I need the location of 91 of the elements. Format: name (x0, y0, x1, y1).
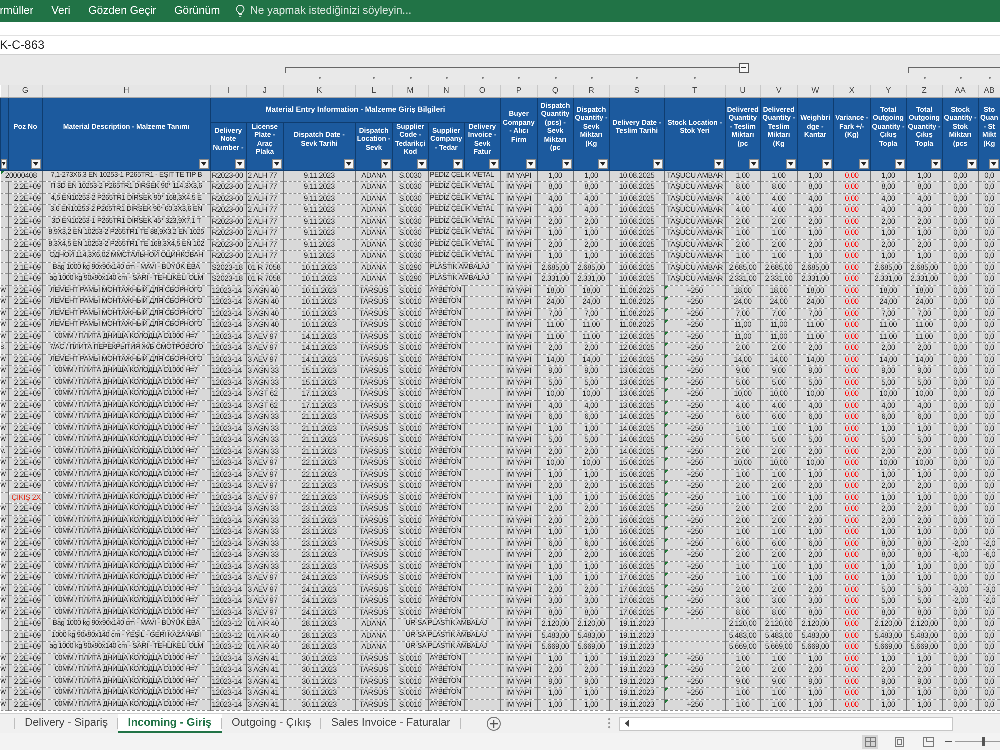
minus-icon (945, 741, 952, 742)
filter-button[interactable] (453, 158, 463, 168)
column-letter[interactable]: K (284, 85, 356, 97)
column-letter[interactable]: P (500, 85, 538, 97)
collapse-button[interactable] (739, 63, 749, 73)
filter-button[interactable] (489, 158, 499, 168)
column-letter[interactable]: V (760, 85, 798, 97)
column-letter[interactable]: G (8, 85, 42, 97)
sheet-tab[interactable]: Sales Invoice - Faturalar (321, 714, 461, 733)
dropdown-caret-icon (824, 162, 830, 166)
column-letter[interactable]: H (42, 85, 210, 97)
dropdown-caret-icon (897, 162, 903, 166)
filter-button[interactable] (598, 158, 608, 168)
page-break-icon (922, 736, 934, 746)
filter-button[interactable] (822, 158, 832, 168)
dropdown-caret-icon (346, 162, 352, 166)
column-letter[interactable]: Q (538, 85, 574, 97)
column-letter[interactable]: O (464, 85, 500, 97)
dropdown-caret-icon (383, 162, 389, 166)
ribbon-tab[interactable]: Görünüm (165, 0, 230, 22)
filter-button[interactable] (31, 158, 41, 168)
filter-button[interactable] (272, 158, 282, 168)
dropdown-caret-icon (655, 162, 661, 166)
column-letter[interactable]: W (798, 85, 834, 97)
column-letter[interactable]: Y (870, 85, 906, 97)
filter-button[interactable] (859, 158, 869, 168)
dropdown-caret-icon (861, 162, 867, 166)
dropdown-caret-icon (455, 162, 461, 166)
ribbon-tab[interactable]: rmüller (0, 0, 43, 22)
filter-button[interactable] (989, 158, 999, 168)
dropdown-caret-icon (201, 162, 207, 166)
filter-button[interactable] (1, 158, 7, 168)
filter-button[interactable] (344, 158, 354, 168)
filter-button[interactable] (749, 158, 759, 168)
filter-button[interactable] (199, 158, 209, 168)
dropdown-caret-icon (969, 162, 975, 166)
column-letter[interactable]: Z (906, 85, 942, 97)
filter-button[interactable] (526, 158, 536, 168)
column-letter[interactable]: X (834, 85, 870, 97)
column-letter[interactable]: T (664, 85, 726, 97)
filter-button[interactable] (714, 158, 724, 168)
dropdown-caret-icon (991, 162, 997, 166)
view-button[interactable] (920, 734, 936, 748)
ribbon-tab[interactable]: Veri (42, 0, 80, 22)
filter-button[interactable] (235, 158, 245, 168)
dropdown-caret-icon (788, 162, 794, 166)
plus-icon (490, 720, 498, 728)
add-sheet-button[interactable] (486, 716, 501, 730)
view-button[interactable] (862, 734, 878, 748)
dropdown-caret-icon (237, 162, 243, 166)
dropdown-caret-icon (2, 162, 6, 166)
sheet-tab[interactable]: Outgoing - Çıkış (222, 714, 322, 733)
dropdown-caret-icon (419, 162, 425, 166)
column-letter[interactable]: M (392, 85, 428, 97)
ribbon-tab[interactable]: Gözden Geçir (80, 0, 166, 22)
column-letter[interactable]: AB (978, 85, 1000, 97)
grid-icon (864, 736, 876, 746)
left-arrow-icon[interactable] (625, 720, 629, 727)
dropdown-caret-icon (933, 162, 939, 166)
dropdown-caret-icon (564, 162, 570, 166)
sheet-tab[interactable]: Incoming - Giriş (118, 714, 222, 733)
filter-button[interactable] (653, 158, 663, 168)
filter-button[interactable] (967, 158, 977, 168)
page-layout-icon (894, 736, 904, 746)
dropdown-caret-icon (491, 162, 497, 166)
dropdown-caret-icon (716, 162, 722, 166)
dropdown-caret-icon (528, 162, 534, 166)
column-letter[interactable]: I (210, 85, 246, 97)
column-letter[interactable]: AA (942, 85, 978, 97)
column-letter[interactable]: R (574, 85, 610, 97)
horizontal-scrollbar[interactable] (619, 716, 953, 730)
splitter-handle-icon[interactable] (608, 718, 611, 729)
dropdown-caret-icon (751, 162, 757, 166)
slider-thumb[interactable] (982, 737, 986, 746)
dropdown-caret-icon (274, 162, 280, 166)
column-letter[interactable]: L (356, 85, 392, 97)
column-letter[interactable]: U (726, 85, 760, 97)
filter-button[interactable] (417, 158, 427, 168)
search-field[interactable]: Ne yapmak istediğinizi söyleyin... (250, 4, 450, 18)
filter-button[interactable] (381, 158, 391, 168)
filter-button[interactable] (931, 158, 941, 168)
column-letter[interactable]: J (246, 85, 284, 97)
filter-button[interactable] (786, 158, 796, 168)
column-letter[interactable]: N (428, 85, 464, 97)
column-letter[interactable]: S (610, 85, 664, 97)
filter-button[interactable] (895, 158, 905, 168)
lightbulb-icon (236, 5, 246, 17)
filter-button[interactable] (562, 158, 572, 168)
dropdown-caret-icon (33, 162, 39, 166)
sheet-tab[interactable]: Delivery - Sipariş (15, 714, 118, 733)
dropdown-caret-icon (600, 162, 606, 166)
